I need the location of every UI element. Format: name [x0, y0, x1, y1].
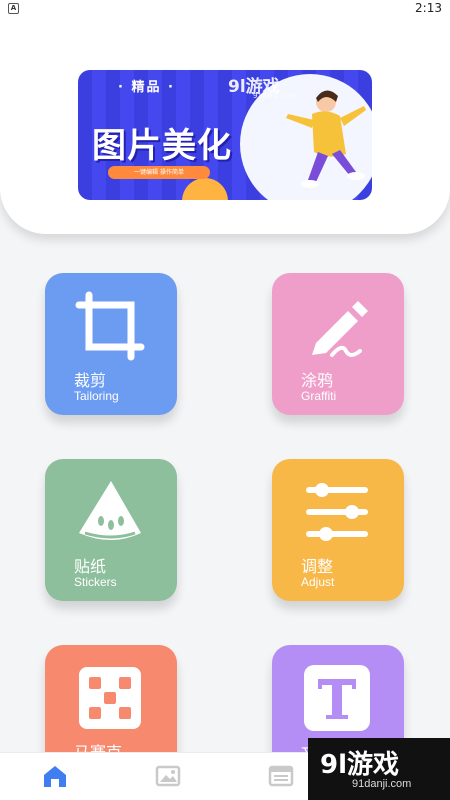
header-card: · 精品 · 图片美化 一键编辑 操作简单 9l游戏 91danji.com	[0, 0, 450, 234]
gallery-icon[interactable]	[155, 763, 181, 789]
banner-orange-circle	[182, 178, 228, 200]
watermark-url: 91danji.com	[352, 778, 412, 790]
text-icon	[304, 665, 370, 731]
banner-tagline: 一键编辑 操作简单	[108, 166, 210, 179]
frame-icon[interactable]	[268, 763, 294, 789]
tool-name: 贴纸	[74, 557, 107, 576]
tool-english-name: Graffiti	[301, 389, 337, 403]
sliders-icon	[306, 483, 368, 541]
site-watermark: 9l游戏 91danji.com	[308, 738, 450, 800]
pen-icon	[312, 301, 368, 357]
tool-english-name: Stickers	[74, 575, 117, 589]
mosaic-icon	[79, 667, 141, 729]
tool-adjust[interactable]: 调整 Adjust	[272, 459, 404, 601]
banner-subtitle: · 精品 ·	[118, 80, 175, 95]
status-bar: A 2:13	[0, 0, 450, 18]
tool-graffiti[interactable]: 涂鸦 Graffiti	[272, 273, 404, 415]
watermelon-icon	[79, 481, 141, 540]
tool-name: 裁剪	[74, 371, 107, 390]
app-notification-icon: A	[8, 3, 19, 14]
tool-stickers[interactable]: 贴纸 Stickers	[45, 459, 177, 601]
status-time: 2:13	[415, 1, 442, 15]
tool-tailoring[interactable]: 裁剪 Tailoring	[45, 273, 177, 415]
promo-banner[interactable]: · 精品 · 图片美化 一键编辑 操作简单 9l游戏 91danji.com	[78, 70, 372, 200]
tool-english-name: Tailoring	[74, 389, 119, 403]
watermark-logo: 9l游戏	[320, 750, 400, 780]
home-icon[interactable]	[42, 763, 68, 789]
banner-title: 图片美化	[92, 126, 232, 166]
tool-name: 调整	[301, 557, 334, 576]
character-illustration	[286, 90, 366, 188]
tool-name: 涂鸦	[301, 371, 334, 390]
crop-icon	[75, 291, 145, 361]
tool-english-name: Adjust	[301, 575, 335, 589]
